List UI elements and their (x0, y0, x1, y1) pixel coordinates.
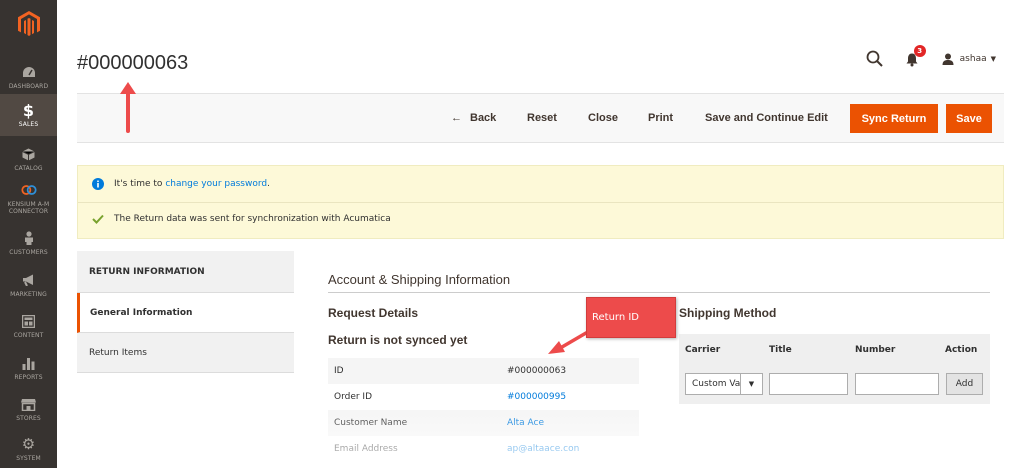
magento-logo[interactable] (0, 0, 57, 48)
carrier-select[interactable]: Custom Value ▼ (685, 373, 763, 395)
search-icon[interactable] (866, 50, 884, 68)
carrier-value: Custom Value (692, 379, 740, 389)
sidebar-item-catalog[interactable]: CATALOG (0, 138, 57, 180)
change-password-link[interactable]: change your password (165, 179, 267, 189)
table-row: Email Address ap@altaace.con (328, 436, 639, 462)
user-menu[interactable]: ashaa ▼ (942, 53, 996, 65)
sidebar-item-content[interactable]: CONTENT (0, 305, 57, 347)
sync-success-message: The Return data was sent for synchroniza… (92, 214, 391, 224)
sidebar-item-stores[interactable]: STORES (0, 388, 57, 430)
close-button[interactable]: Close (588, 94, 618, 142)
shipping-table: Carrier Title Number Action Custom Value… (679, 334, 990, 404)
password-notice: It's time to change your password . (92, 178, 270, 190)
section-title: Account & Shipping Information (328, 272, 511, 287)
layout-icon (21, 313, 37, 329)
back-button[interactable]: ← Back (451, 94, 496, 142)
system-messages: It's time to change your password . The … (77, 165, 1004, 239)
reset-button[interactable]: Reset (527, 94, 557, 142)
connector-icon (20, 182, 37, 198)
sidebar-label: MARKETING (10, 291, 47, 298)
section-divider (328, 292, 990, 293)
storefront-icon (21, 396, 37, 412)
dashboard-icon (21, 64, 37, 80)
row-value: #000000063 (507, 366, 567, 376)
cube-icon (21, 146, 37, 162)
megaphone-icon (21, 272, 37, 288)
column-header: Carrier (685, 345, 721, 355)
order-id-link[interactable]: #000000995 (507, 392, 566, 402)
print-button[interactable]: Print (648, 94, 673, 142)
column-header: Number (855, 345, 896, 355)
return-info-tabs: RETURN INFORMATION General Information R… (77, 251, 294, 373)
header-actions: 3 ashaa ▼ (866, 45, 996, 68)
row-key: ID (334, 366, 344, 376)
save-continue-button[interactable]: Save and Continue Edit (705, 94, 828, 142)
person-icon (21, 230, 37, 246)
bar-chart-icon (21, 355, 37, 371)
row-key: Email Address (334, 444, 398, 454)
table-row: ID #000000063 (328, 358, 639, 384)
message-divider (78, 202, 1003, 203)
tabs-title: RETURN INFORMATION (77, 251, 294, 293)
notification-badge: 3 (913, 45, 926, 57)
username: ashaa (959, 54, 987, 64)
sidebar-label: CUSTOMERS (9, 249, 48, 256)
sync-status: Return is not synced yet (328, 333, 468, 347)
back-label: Back (470, 112, 497, 124)
email-link[interactable]: ap@altaace.con (507, 444, 579, 454)
column-header: Action (945, 345, 978, 355)
tab-return-items[interactable]: Return Items (77, 333, 294, 373)
sidebar-label: DASHBOARD (8, 83, 49, 90)
add-tracking-button[interactable]: Add (946, 373, 983, 395)
sidebar-item-dashboard[interactable]: DASHBOARD (0, 56, 57, 98)
save-button[interactable]: Save (946, 104, 992, 133)
sidebar-item-sales[interactable]: $ SALES (0, 94, 57, 136)
request-details-heading: Request Details (328, 306, 419, 320)
table-row: Customer Name Alta Ace (328, 410, 639, 436)
info-icon (92, 178, 104, 190)
sidebar-item-marketing[interactable]: MARKETING (0, 264, 57, 306)
tab-general-information[interactable]: General Information (77, 293, 294, 333)
user-icon (942, 53, 954, 65)
sidebar-label: STORES (16, 415, 41, 422)
sidebar-item-kensium-connector[interactable]: KENSIUM A-M CONNECTOR (0, 176, 57, 220)
return-id-callout: Return ID (586, 297, 676, 338)
magento-logo-icon (17, 11, 40, 36)
table-row: Order ID #000000995 (328, 384, 639, 410)
sidebar-item-system[interactable]: ⚙ SYSTEM (0, 428, 57, 468)
notifications-button[interactable]: 3 (906, 45, 926, 68)
sidebar-label: KENSIUM A-M CONNECTOR (7, 200, 50, 215)
title-input[interactable] (769, 373, 848, 395)
row-key: Order ID (334, 392, 373, 402)
row-key: Customer Name (334, 418, 408, 428)
sidebar-item-reports[interactable]: REPORTS (0, 347, 57, 389)
gear-icon: ⚙ (21, 435, 36, 453)
sync-message-text: The Return data was sent for synchroniza… (114, 214, 391, 224)
sidebar-label: REPORTS (14, 374, 43, 381)
sidebar-label: CATALOG (14, 165, 43, 172)
password-notice-suffix: . (267, 179, 270, 189)
checkmark-icon (92, 214, 104, 224)
page-title: #000000063 (77, 52, 189, 74)
sidebar-label: SYSTEM (16, 455, 41, 462)
sidebar-item-customers[interactable]: CUSTOMERS (0, 222, 57, 264)
dollar-icon: $ (22, 100, 35, 120)
admin-sidebar: DASHBOARD $ SALES CATALOG KENSIUM A-M CO… (0, 0, 57, 468)
sync-return-button[interactable]: Sync Return (850, 104, 938, 133)
page-actions-toolbar: ← Back Reset Close Print Save and Contin… (77, 93, 1004, 143)
chevron-down-icon: ▼ (990, 55, 996, 63)
chevron-down-icon: ▼ (740, 374, 762, 394)
sidebar-label: CONTENT (13, 332, 44, 339)
arrow-left-icon: ← (451, 112, 462, 124)
shipping-method-heading: Shipping Method (679, 306, 777, 320)
column-header: Title (769, 345, 792, 355)
password-notice-prefix: It's time to (114, 179, 166, 189)
customer-name-link[interactable]: Alta Ace (507, 418, 544, 428)
sidebar-label: SALES (18, 121, 39, 128)
number-input[interactable] (855, 373, 939, 395)
request-details-table: ID #000000063 Order ID #000000995 Custom… (328, 358, 639, 462)
